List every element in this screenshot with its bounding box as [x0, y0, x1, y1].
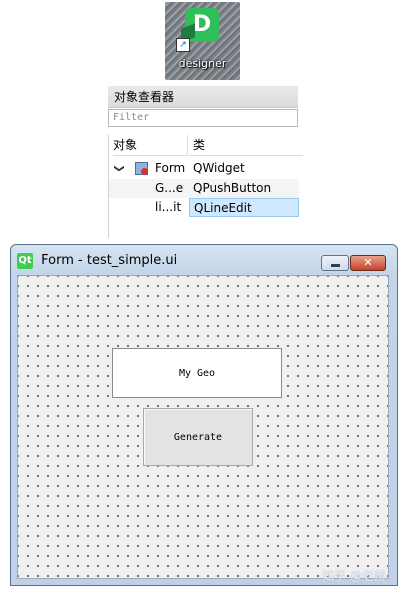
qt-designer-icon: D: [185, 8, 219, 42]
desktop-icon-label: designer: [178, 57, 227, 70]
tree-object-name: Form: [155, 161, 186, 175]
shortcut-arrow-icon: ↗: [176, 38, 190, 52]
column-header-object[interactable]: 对象: [113, 135, 188, 156]
tree-cell-class: QPushButton: [193, 181, 272, 195]
watermark: 知乎 @老赫: [322, 569, 386, 583]
tree-object-name: li...it: [155, 200, 182, 214]
tree-row-pushbutton[interactable]: G...e QPushButton: [109, 179, 299, 198]
tree-cell-class: QLineEdit: [189, 198, 299, 217]
object-tree: 对象 类 ❯ Form QWidget G...e QPushButton li…: [108, 135, 303, 238]
tree-cell-object: G...e: [109, 179, 187, 198]
qt-logo-icon: Qt: [17, 253, 33, 269]
tree-cell-class: QWidget: [193, 161, 245, 175]
form-canvas[interactable]: My Geo Generate: [17, 275, 389, 579]
designer-desktop-icon[interactable]: D ↗ designer: [165, 2, 240, 80]
tree-row-lineedit[interactable]: li...it QLineEdit: [109, 198, 299, 217]
tree-row-form[interactable]: ❯ Form QWidget: [109, 159, 299, 178]
window-title: Form - test_simple.ui: [41, 253, 178, 268]
object-inspector-title: 对象查看器: [108, 86, 298, 108]
form-window: Qt Form - test_simple.ui ✕ My Geo Genera…: [10, 244, 398, 586]
line-edit-widget[interactable]: My Geo: [112, 348, 282, 398]
minimize-button[interactable]: [321, 255, 349, 271]
tree-object-name: G...e: [155, 181, 184, 195]
object-inspector: 对象查看器 Filter 对象 类 ❯ Form QWidget G...e Q…: [108, 86, 303, 238]
close-button[interactable]: ✕: [350, 255, 386, 271]
filter-input[interactable]: Filter: [108, 109, 298, 127]
tree-cell-object: li...it: [109, 198, 187, 217]
column-header-class[interactable]: 类: [189, 135, 303, 156]
form-widget-icon: [135, 162, 148, 175]
generate-button[interactable]: Generate: [143, 408, 253, 466]
window-title-bar[interactable]: Qt Form - test_simple.ui: [17, 251, 177, 271]
tree-cell-object: ❯ Form: [109, 159, 187, 178]
expand-chevron-icon[interactable]: ❯: [110, 164, 129, 172]
